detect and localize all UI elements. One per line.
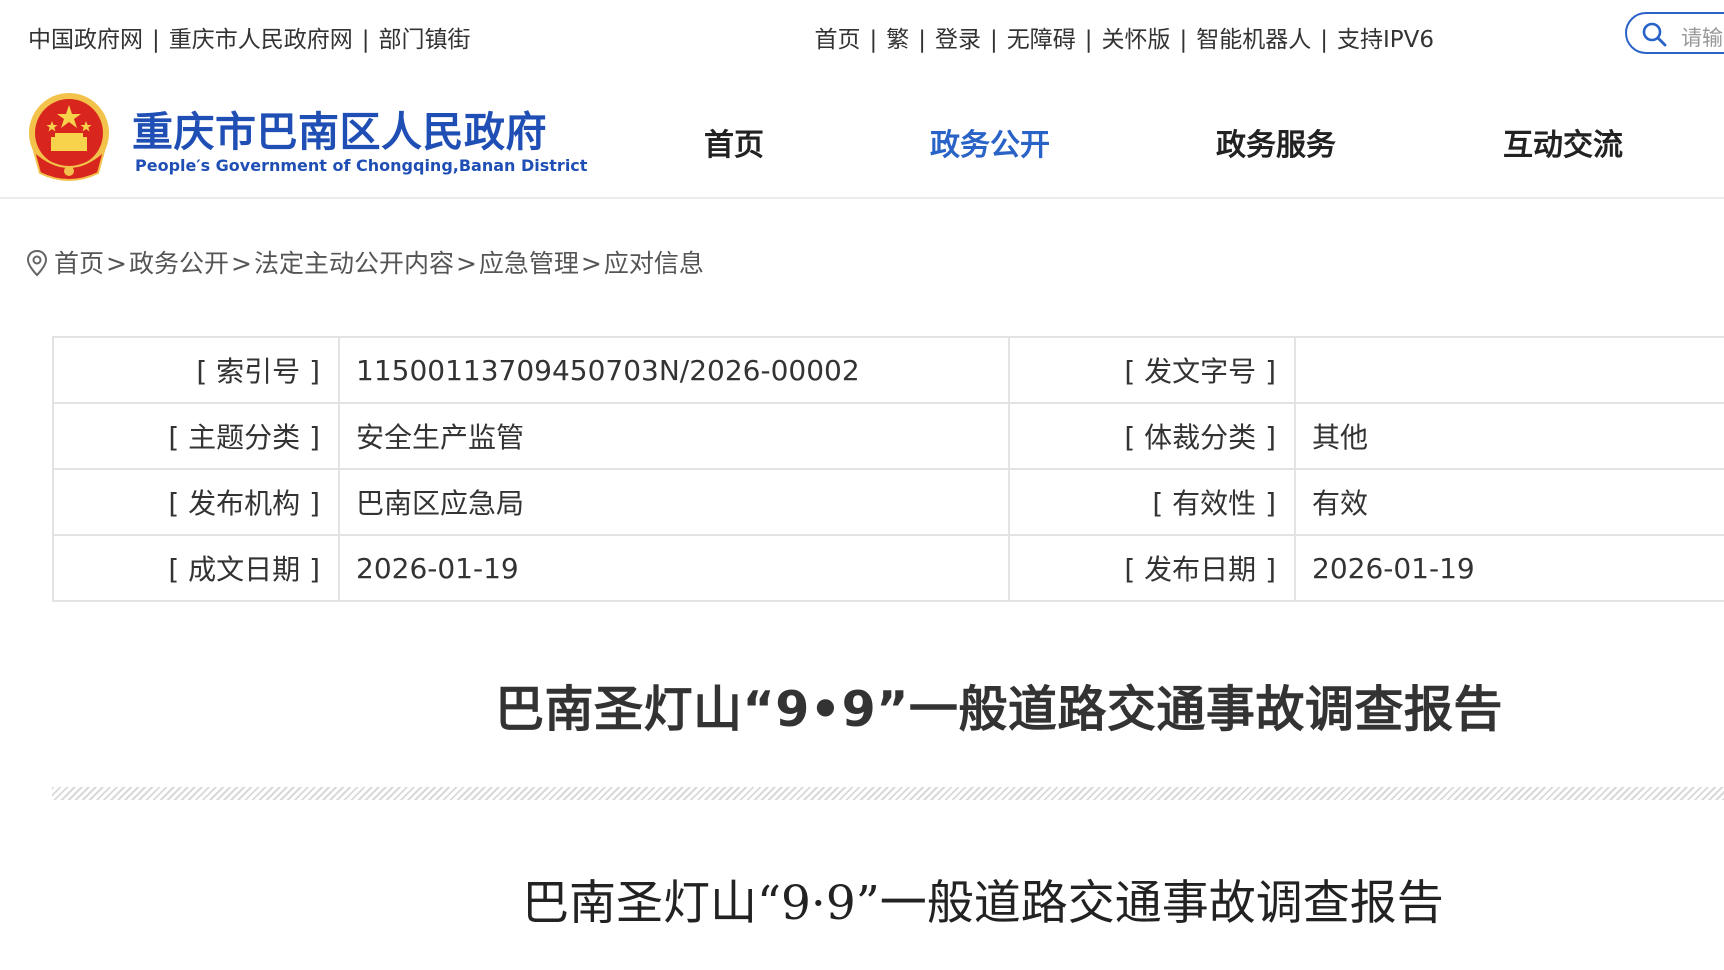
meta-label-publish-date: [ 发布日期 ] [1008, 534, 1296, 602]
table-row: [ 发布机构 ] 巴南区应急局 [ 有效性 ] 有效 [52, 468, 1724, 536]
site-header: 重庆市巴南区人民政府 People′s Government of Chongq… [0, 76, 1724, 199]
breadcrumb-separator: > [106, 249, 127, 278]
divider: | [1320, 27, 1328, 53]
breadcrumb-home[interactable]: 首页 [54, 244, 104, 280]
site-title[interactable]: 重庆市巴南区人民政府 [132, 98, 547, 158]
meta-label-genre: [ 体裁分类 ] [1008, 402, 1296, 470]
link-robot[interactable]: 智能机器人 [1196, 20, 1311, 54]
top-utility-bar: 中国政府网 | 重庆市人民政府网 | 部门镇街 首页 | 繁 | 登录 | 无障碍 | 关怀版 | 智能机器… [0, 0, 1724, 76]
meta-value-genre: 其他 [1294, 402, 1724, 470]
meta-value-publisher: 巴南区应急局 [338, 468, 1010, 536]
breadcrumb-government-affairs[interactable]: 政务公开 [129, 244, 229, 280]
title-divider [52, 787, 1724, 800]
divider: | [918, 27, 926, 53]
meta-value-publish-date: 2026-01-19 [1294, 534, 1724, 602]
nav-interaction[interactable]: 互动交流 [1503, 120, 1623, 164]
meta-value-validity: 有效 [1294, 468, 1724, 536]
divider: | [1179, 27, 1188, 53]
link-departments[interactable]: 部门镇街 [379, 20, 471, 54]
breadcrumb-separator: > [580, 249, 602, 278]
link-chongqing-gov[interactable]: 重庆市人民政府网 [169, 20, 353, 54]
search-placeholder: 请输入 [1681, 26, 1724, 50]
breadcrumb-separator: > [230, 249, 252, 278]
breadcrumb-statutory-disclosure[interactable]: 法定主动公开内容 [254, 244, 454, 280]
breadcrumb-response-info[interactable]: 应对信息 [604, 244, 704, 280]
breadcrumb-separator: > [455, 249, 477, 278]
location-pin-icon [26, 249, 48, 277]
meta-value-topic: 安全生产监管 [338, 402, 1010, 470]
meta-label-validity: [ 有效性 ] [1008, 468, 1296, 536]
meta-label-index: [ 索引号 ] [52, 336, 340, 404]
nav-services[interactable]: 政务服务 [1216, 120, 1336, 164]
article-title: 巴南圣灯山“9•9”一般道路交通事故调查报告 [495, 681, 1503, 738]
table-row: [ 主题分类 ] 安全生产监管 [ 体裁分类 ] 其他 [52, 402, 1724, 470]
link-traditional[interactable]: 繁 [886, 20, 909, 54]
document-body-title: 巴南圣灯山“9·9”一般道路交通事故调查报告 [522, 876, 1444, 931]
meta-value-written-date: 2026-01-19 [338, 534, 1010, 602]
table-row: [ 成文日期 ] 2026-01-19 [ 发布日期 ] 2026-01-19 [52, 534, 1724, 602]
meta-label-publisher: [ 发布机构 ] [52, 468, 340, 536]
top-links-right: 首页 | 繁 | 登录 | 无障碍 | 关怀版 | 智能机器人 | 支持IPV6 [814, 20, 1434, 54]
meta-label-topic: [ 主题分类 ] [52, 402, 340, 470]
link-login[interactable]: 登录 [935, 20, 981, 54]
divider: | [869, 27, 878, 53]
meta-label-doc-number: [ 发文字号 ] [1008, 336, 1296, 404]
top-links-left: 中国政府网 | 重庆市人民政府网 | 部门镇街 [28, 20, 471, 54]
site-subtitle: People′s Government of Chongqing,Banan D… [135, 156, 588, 175]
document-meta-table: [ 索引号 ] 11500113709450703N/2026-00002 [ … [52, 336, 1724, 602]
meta-value-doc-number [1294, 336, 1724, 404]
nav-government-affairs[interactable]: 政务公开 [930, 120, 1050, 164]
link-care-mode[interactable]: 关怀版 [1101, 20, 1170, 54]
table-row: [ 索引号 ] 11500113709450703N/2026-00002 [ … [52, 336, 1724, 404]
link-home[interactable]: 首页 [814, 20, 860, 54]
breadcrumb-emergency-management[interactable]: 应急管理 [479, 244, 579, 280]
search-icon[interactable] [1641, 21, 1667, 47]
nav-home[interactable]: 首页 [704, 120, 764, 164]
divider: | [989, 27, 998, 53]
meta-value-index: 11500113709450703N/2026-00002 [338, 336, 1010, 404]
divider: | [1084, 27, 1093, 53]
divider: | [361, 27, 370, 53]
divider: | [152, 27, 160, 53]
link-accessibility[interactable]: 无障碍 [1007, 20, 1076, 54]
link-china-gov[interactable]: 中国政府网 [28, 20, 143, 54]
national-emblem-icon[interactable] [26, 91, 112, 183]
search-input[interactable]: 请输入 [1625, 12, 1724, 54]
meta-label-written-date: [ 成文日期 ] [52, 534, 340, 602]
link-ipv6[interactable]: 支持IPV6 [1337, 20, 1434, 54]
breadcrumb: 首页>政务公开>法定主动公开内容>应急管理>应对信息 [26, 244, 704, 280]
